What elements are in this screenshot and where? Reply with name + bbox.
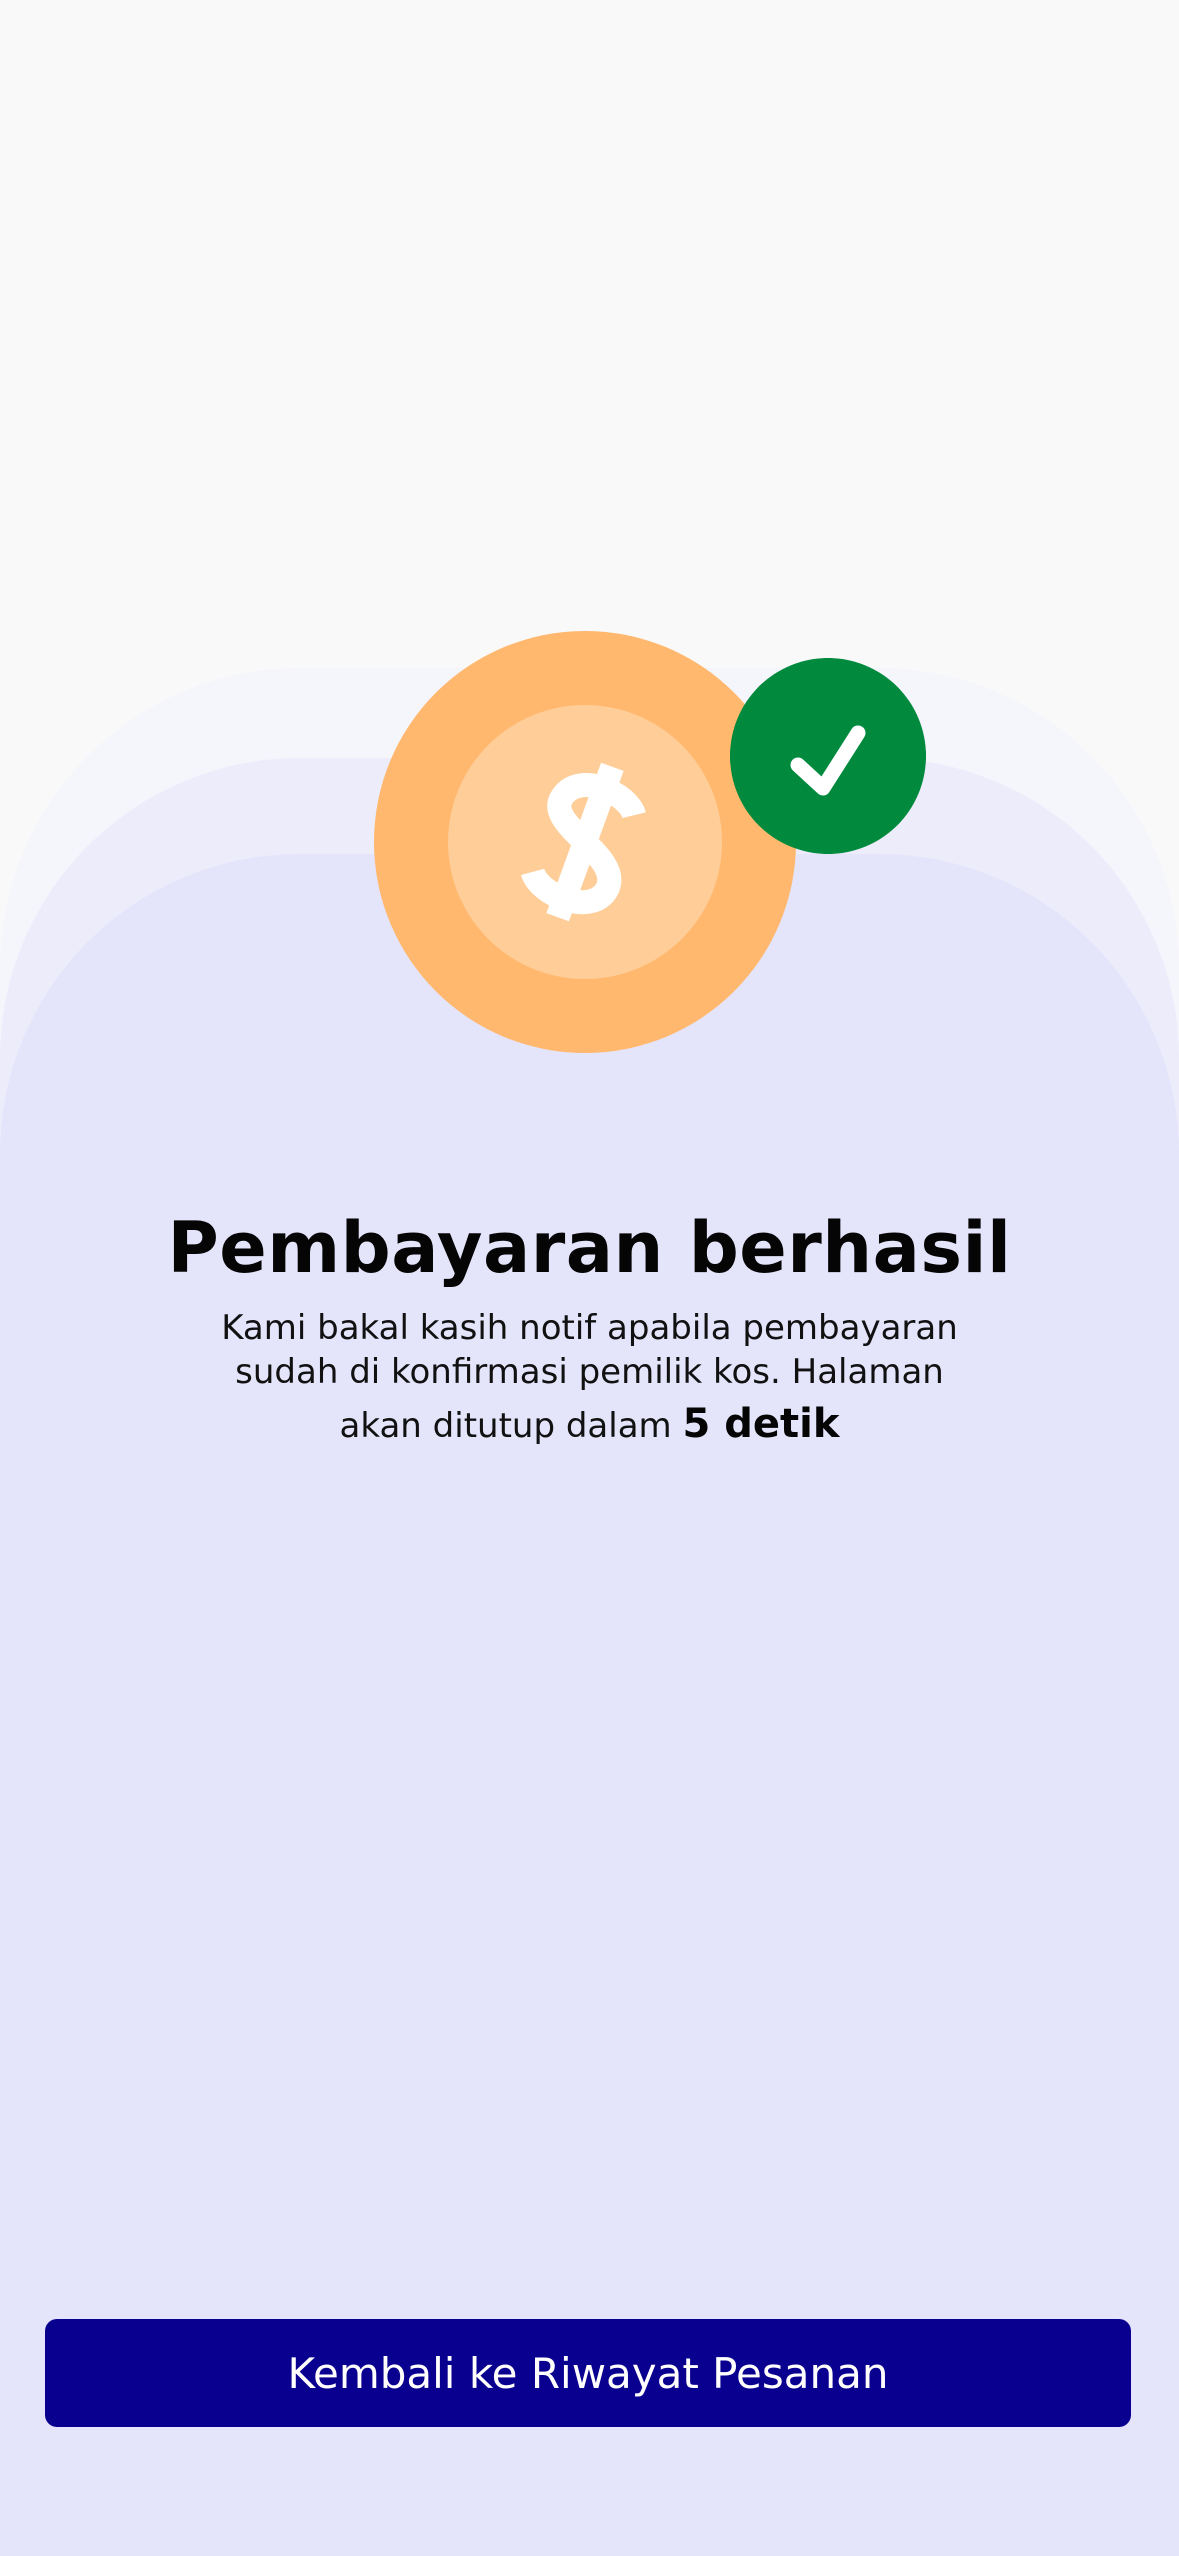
- verified-check-badge-icon: [730, 658, 926, 854]
- countdown-timer: 5 detik: [682, 1401, 840, 1447]
- page-title: Pembayaran berhasil: [167, 1207, 1012, 1289]
- message-line-3-text: akan ditutup dalam: [339, 1406, 672, 1446]
- background-layer-inner: [0, 854, 1179, 2556]
- confirmation-message: Kami bakal kasih notif apabila pembayara…: [140, 1306, 1039, 1448]
- dollar-coin-icon: [374, 631, 796, 1053]
- message-line-2: sudah di konfirmasi pemilik kos. Halaman: [235, 1352, 944, 1392]
- payment-success-illustration: [374, 631, 926, 1053]
- message-line-3: akan ditutup dalam 5 detik: [140, 1402, 1039, 1448]
- message-line-1: Kami bakal kasih notif apabila pembayara…: [221, 1308, 958, 1348]
- back-to-order-history-button[interactable]: Kembali ke Riwayat Pesanan: [45, 2319, 1131, 2427]
